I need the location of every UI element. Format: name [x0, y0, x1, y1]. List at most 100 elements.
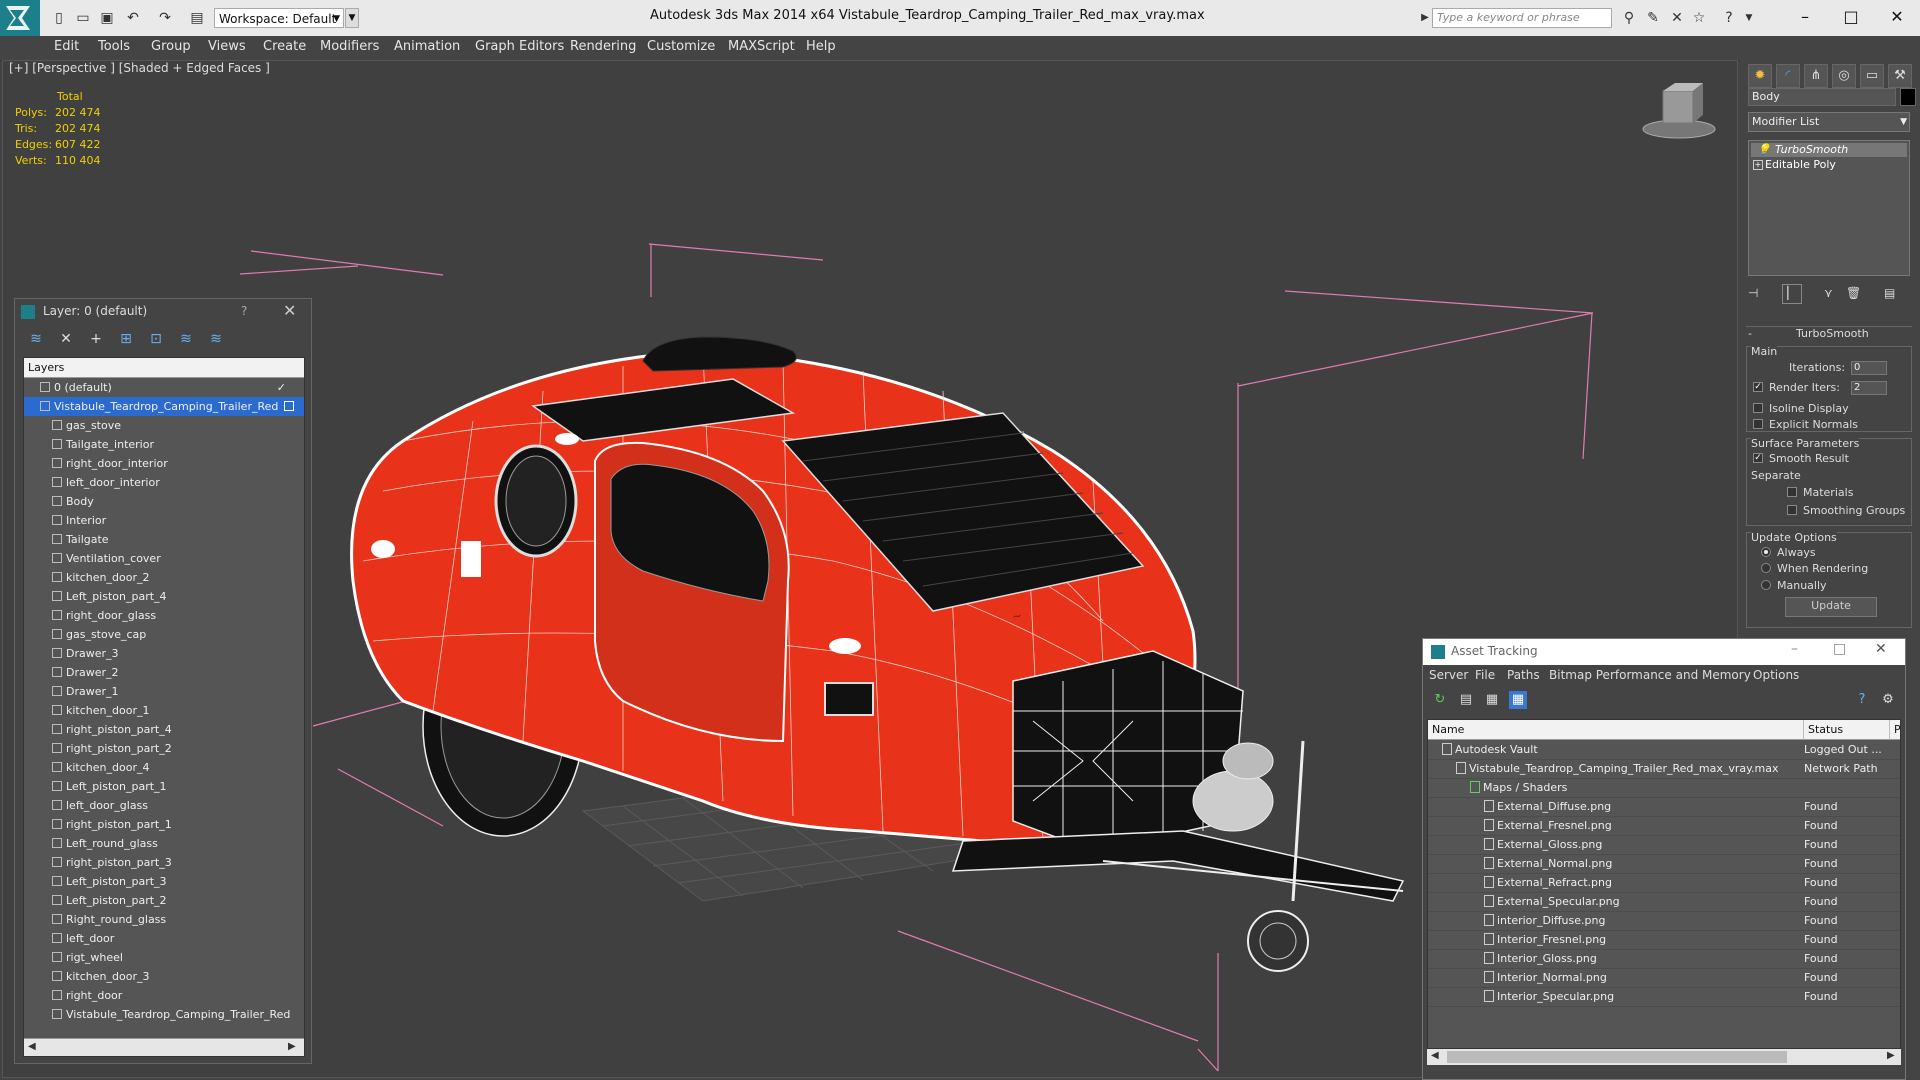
when-rendering-radio[interactable] [1761, 563, 1771, 573]
layer-row[interactable]: Left_piston_part_3 [24, 872, 304, 891]
object-color-swatch[interactable] [1900, 88, 1916, 106]
scrollbar-thumb[interactable] [1447, 1051, 1787, 1063]
asset-row[interactable]: External_Gloss.png Found [1428, 835, 1900, 855]
status-column-header[interactable]: Status [1804, 720, 1890, 740]
menu-options[interactable]: Options [1753, 668, 1799, 682]
scroll-right-icon[interactable]: ▶ [288, 1041, 296, 1052]
pin-stack-icon[interactable]: ⊣ [1748, 286, 1758, 300]
close-window-icon[interactable]: ✕ [1882, 6, 1912, 28]
always-radio[interactable] [1761, 547, 1771, 557]
settings-icon[interactable]: ⚙ [1879, 691, 1897, 709]
asset-row[interactable]: Interior_Specular.png Found [1428, 987, 1900, 1007]
layer-row[interactable]: right_piston_part_4 [24, 720, 304, 739]
stack-item-turbosmooth[interactable]: 💡 TurboSmooth [1751, 143, 1907, 157]
horizontal-scrollbar[interactable]: ◀ ▶ [1427, 1049, 1901, 1065]
menu-help[interactable]: Help [806, 39, 836, 54]
layer-row[interactable]: right_door_interior [24, 454, 304, 473]
asset-row[interactable]: Interior_Normal.png Found [1428, 968, 1900, 988]
asset-row[interactable]: Interior_Gloss.png Found [1428, 949, 1900, 969]
layer-row[interactable]: Drawer_1 [24, 682, 304, 701]
communication-icon[interactable]: ✎ [1644, 9, 1662, 27]
hide-freeze-icon[interactable]: ≋ [205, 329, 227, 349]
update-button[interactable]: Update [1785, 597, 1877, 617]
menu-views[interactable]: Views [208, 39, 246, 54]
search-expand-icon[interactable]: ▶ [1418, 8, 1432, 28]
close-icon[interactable]: ✕ [283, 301, 296, 320]
path-column-header[interactable]: P [1890, 720, 1900, 740]
object-name-field[interactable]: Body [1748, 88, 1896, 106]
horizontal-scrollbar[interactable]: ◀ ▶ [24, 1038, 304, 1056]
create-tab-icon[interactable]: ✹ [1748, 64, 1772, 88]
asset-row[interactable]: Interior_Fresnel.png Found [1428, 930, 1900, 950]
maximize-window-icon[interactable]: □ [1836, 6, 1866, 28]
render-iters-checkbox[interactable]: ✓ [1753, 382, 1763, 392]
layer-panel-titlebar[interactable]: Layer: 0 (default) ? ✕ [15, 299, 311, 325]
layer-row[interactable]: kitchen_door_2 [24, 568, 304, 587]
save-file-icon[interactable]: ▣ [98, 9, 116, 27]
iterations-spinner[interactable]: 0 [1851, 361, 1887, 375]
modify-tab-icon[interactable]: ◜ [1776, 64, 1800, 88]
asset-tracking-titlebar[interactable]: Asset Tracking – □ ✕ [1423, 639, 1905, 665]
list-view-icon[interactable]: ▤ [1457, 691, 1475, 709]
layer-row[interactable]: Left_piston_part_1 [24, 777, 304, 796]
layer-row[interactable]: Vistabule_Teardrop_Camping_Trailer_Red [24, 1005, 304, 1024]
turbosmooth-rollout-header[interactable]: - TurboSmooth [1746, 326, 1912, 341]
thumbnail-view-icon[interactable]: ▦ [1483, 691, 1501, 709]
workspace-dropdown[interactable]: Workspace: Default ▼ [214, 8, 344, 28]
redo-icon[interactable]: ↷ [156, 9, 174, 27]
undo-icon[interactable]: ↶ [124, 9, 142, 27]
separate-materials-checkbox[interactable] [1787, 487, 1797, 497]
refresh-icon[interactable]: ↻ [1431, 691, 1449, 709]
add-to-layer-icon[interactable] [284, 401, 294, 411]
make-unique-icon[interactable]: ⋎ [1824, 286, 1833, 300]
asset-row[interactable]: External_Diffuse.png Found [1428, 797, 1900, 817]
menu-edit[interactable]: Edit [54, 39, 79, 54]
explicit-normals-checkbox[interactable] [1753, 419, 1763, 429]
favorites-star-icon[interactable]: ☆ [1690, 9, 1708, 27]
menu-group[interactable]: Group [151, 39, 191, 54]
menu-rendering[interactable]: Rendering [570, 39, 636, 54]
layer-row[interactable]: Left_piston_part_4 [24, 587, 304, 606]
asset-row[interactable]: External_Specular.png Found [1428, 892, 1900, 912]
menu-bitmap-performance[interactable]: Bitmap Performance and Memory [1549, 668, 1751, 682]
menu-server[interactable]: Server [1429, 668, 1468, 682]
layer-row[interactable]: Left_piston_part_2 [24, 891, 304, 910]
layer-row[interactable]: left_door [24, 929, 304, 948]
layers-icon[interactable]: ≋ [25, 329, 47, 349]
current-layer-check-icon[interactable]: ✓ [277, 378, 286, 397]
layer-row[interactable]: Interior [24, 511, 304, 530]
layer-row[interactable]: right_door [24, 986, 304, 1005]
isoline-display-checkbox[interactable] [1753, 403, 1763, 413]
select-objects-icon[interactable]: ⊡ [145, 329, 167, 349]
layer-row[interactable]: kitchen_door_4 [24, 758, 304, 777]
search-input[interactable]: Type a keyword or phrase [1432, 8, 1612, 28]
layer-row[interactable]: right_piston_part_1 [24, 815, 304, 834]
layer-row[interactable]: left_door_interior [24, 473, 304, 492]
render-iters-spinner[interactable]: 2 [1851, 381, 1887, 395]
exchange-icon[interactable]: ✕ [1668, 9, 1686, 27]
help-icon[interactable]: ? [1853, 691, 1871, 709]
asset-row[interactable]: External_Fresnel.png Found [1428, 816, 1900, 836]
display-tab-icon[interactable]: ▭ [1860, 64, 1884, 88]
menu-customize[interactable]: Customize [647, 39, 715, 54]
lightbulb-icon[interactable]: 💡 [1757, 143, 1771, 157]
stack-item-editable-poly[interactable]: + Editable Poly [1751, 158, 1907, 172]
expand-plus-icon[interactable]: + [1753, 160, 1763, 170]
help-icon[interactable]: ? [1720, 9, 1738, 27]
scroll-left-icon[interactable]: ◀ [1431, 1050, 1439, 1061]
menu-maxscript[interactable]: MAXScript [728, 39, 795, 54]
remove-modifier-icon[interactable]: 🗑 [1846, 286, 1861, 300]
menu-tools[interactable]: Tools [98, 39, 130, 54]
menu-modifiers[interactable]: Modifiers [320, 39, 379, 54]
asset-row[interactable]: Autodesk Vault Logged Out ... [1428, 740, 1900, 760]
menu-animation[interactable]: Animation [394, 39, 460, 54]
help-icon[interactable]: ? [241, 304, 247, 318]
table-view-icon[interactable]: ▦ [1509, 691, 1527, 709]
smooth-result-checkbox[interactable]: ✓ [1753, 453, 1763, 463]
asset-row[interactable]: External_Normal.png Found [1428, 854, 1900, 874]
asset-row[interactable]: interior_Diffuse.png Found [1428, 911, 1900, 931]
layer-row[interactable]: Body [24, 492, 304, 511]
layer-row[interactable]: left_door_glass [24, 796, 304, 815]
layer-row[interactable]: Left_round_glass [24, 834, 304, 853]
layer-row[interactable]: kitchen_door_3 [24, 967, 304, 986]
